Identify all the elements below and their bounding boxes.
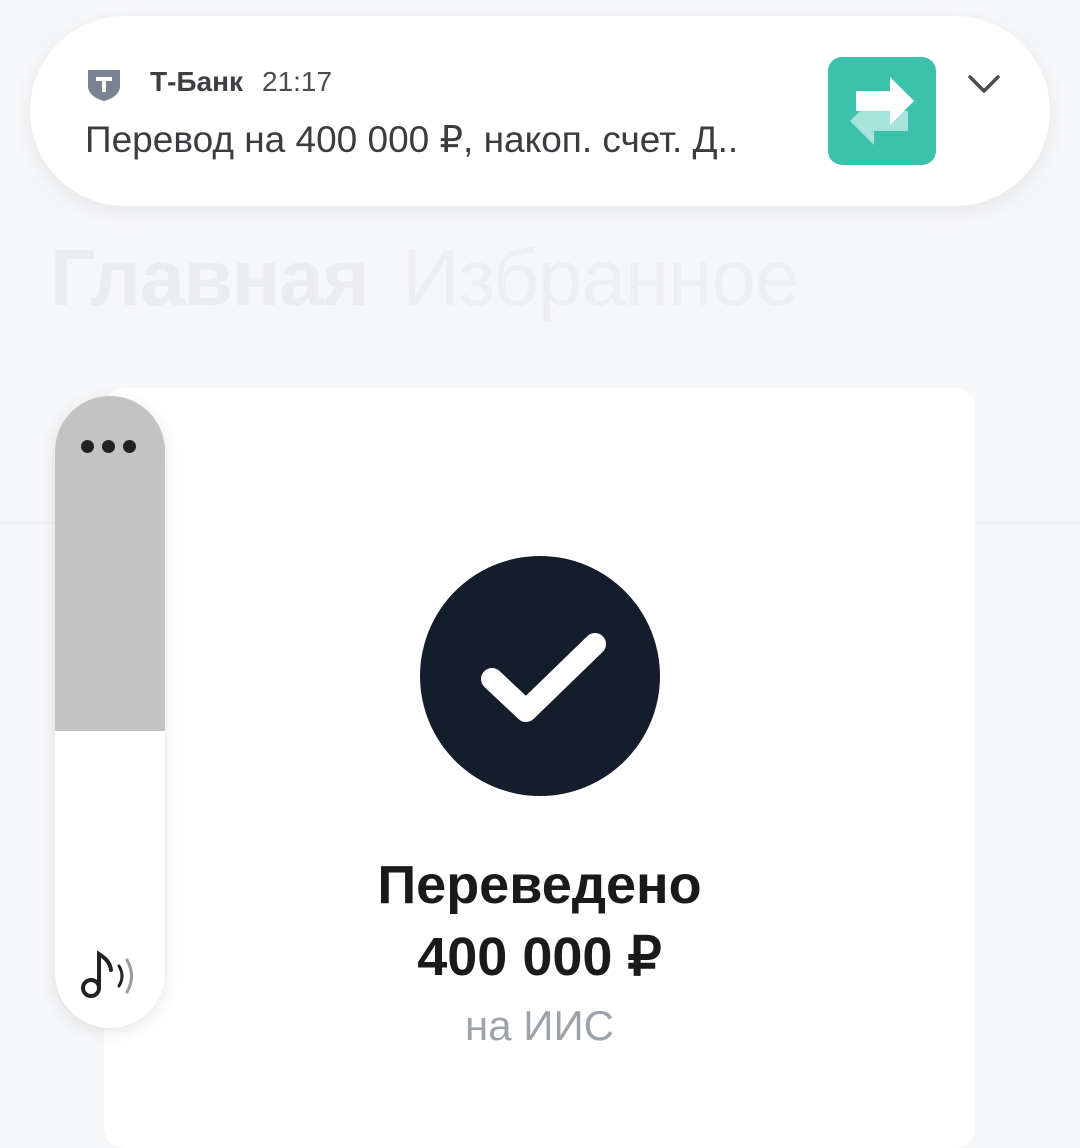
success-amount: 400 000 ₽ (417, 927, 662, 987)
tab-favorites: Избранное (402, 233, 799, 322)
chevron-down-icon[interactable] (962, 62, 1006, 106)
tab-main: Главная (50, 233, 369, 322)
media-sound-icon[interactable] (75, 944, 145, 1004)
success-destination: на ИИС (465, 1002, 614, 1049)
shield-t-icon (88, 70, 120, 101)
checkmark-icon (420, 556, 660, 796)
transfer-success-card: Переведено 400 000 ₽ на ИИС (104, 388, 975, 1148)
notification-time: 21:17 (262, 66, 333, 97)
more-dots-icon[interactable] (81, 440, 139, 454)
notification-text: Перевод на 400 000 ₽, накоп. счет. Д.. (85, 119, 739, 160)
notification-app-name: Т-Банк (150, 66, 244, 97)
volume-panel[interactable] (55, 396, 165, 1028)
transfer-arrows-icon (828, 57, 936, 165)
notification-banner[interactable]: Т-Банк 21:17 Перевод на 400 000 ₽, накоп… (30, 16, 1050, 206)
success-title: Переведено (377, 855, 702, 915)
